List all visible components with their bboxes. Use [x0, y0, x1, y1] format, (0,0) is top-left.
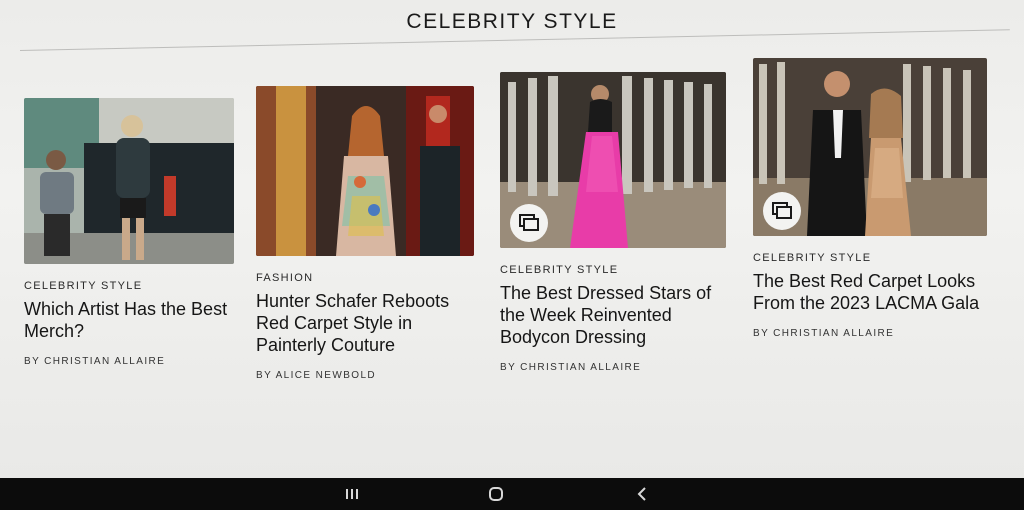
- article-kicker[interactable]: FASHION: [256, 272, 476, 284]
- article-byline: BY CHRISTIAN ALLAIRE: [500, 362, 642, 373]
- article-card[interactable]: CELEBRITY STYLE Which Artist Has the Bes…: [24, 98, 236, 367]
- red-carpet-photo: [256, 86, 474, 256]
- article-byline: BY ALICE NEWBOLD: [256, 370, 377, 381]
- article-headline[interactable]: Which Artist Has the Best Merch?: [24, 298, 236, 342]
- article-kicker[interactable]: CELEBRITY STYLE: [24, 280, 236, 292]
- back-icon: [637, 487, 646, 501]
- gallery-glyph: [519, 214, 539, 231]
- gallery-icon[interactable]: [510, 204, 548, 242]
- article-thumbnail[interactable]: [500, 72, 726, 248]
- article-thumbnail[interactable]: [256, 86, 474, 256]
- article-card[interactable]: FASHION Hunter Schafer Reboots Red Carpe…: [256, 86, 476, 381]
- street-style-photo: [24, 98, 234, 264]
- article-kicker[interactable]: CELEBRITY STYLE: [753, 252, 989, 264]
- article-card[interactable]: CELEBRITY STYLE The Best Dressed Stars o…: [500, 72, 728, 373]
- article-card[interactable]: CELEBRITY STYLE The Best Red Carpet Look…: [753, 58, 989, 339]
- article-byline: BY CHRISTIAN ALLAIRE: [24, 356, 166, 367]
- home-icon: [489, 487, 503, 501]
- recents-icon: [346, 489, 358, 499]
- article-thumbnail[interactable]: [753, 58, 987, 236]
- gallery-glyph: [772, 202, 792, 219]
- gallery-icon[interactable]: [763, 192, 801, 230]
- android-navigation-bar: [0, 478, 1024, 510]
- article-headline[interactable]: Hunter Schafer Reboots Red Carpet Style …: [256, 290, 476, 356]
- article-headline[interactable]: The Best Dressed Stars of the Week Reinv…: [500, 282, 728, 348]
- article-headline[interactable]: The Best Red Carpet Looks From the 2023 …: [753, 270, 989, 314]
- recents-button[interactable]: [332, 482, 372, 506]
- article-byline: BY CHRISTIAN ALLAIRE: [753, 328, 895, 339]
- section-title: CELEBRITY STYLE: [406, 10, 618, 33]
- article-thumbnail[interactable]: [24, 98, 234, 264]
- back-button[interactable]: [622, 482, 662, 506]
- browser-viewport: CELEBRITY STYLE CELEBRITY STYLE Which Ar…: [0, 0, 1024, 478]
- article-kicker[interactable]: CELEBRITY STYLE: [500, 264, 728, 276]
- home-button[interactable]: [476, 482, 516, 506]
